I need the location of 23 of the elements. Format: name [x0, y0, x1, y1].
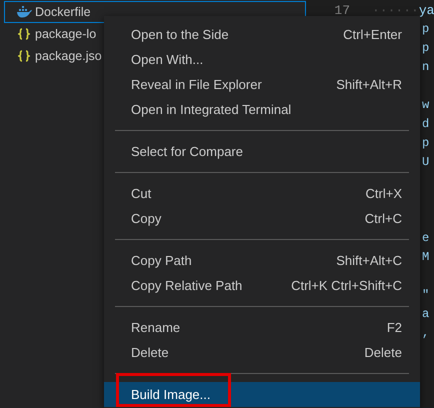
shortcut-text: Shift+Alt+C [336, 252, 402, 270]
code-text: n [422, 60, 430, 74]
shortcut-text: Ctrl+Enter [343, 26, 402, 44]
code-text: , [422, 326, 430, 340]
shortcut-text: Delete [364, 344, 402, 362]
line-number: 17 [333, 2, 350, 20]
shortcut-text: F2 [386, 318, 402, 337]
shortcut-text: Ctrl+K Ctrl+Shift+C [291, 276, 402, 295]
code-text: a [422, 307, 430, 321]
code-text: p [422, 136, 430, 150]
shortcut-text: Shift+Alt+R [336, 76, 402, 94]
code-text: e [422, 231, 430, 245]
code-text: " [422, 288, 430, 302]
shortcut-text: Ctrl+X [366, 184, 402, 203]
code-text: U [422, 155, 430, 169]
code-text: M [422, 250, 430, 264]
code-text: ya [418, 3, 434, 18]
code-text: p [422, 41, 430, 55]
code-text: d [422, 117, 430, 131]
code-text: w [422, 98, 430, 112]
whitespace-dots: ······ [372, 3, 419, 18]
shortcut-text: Ctrl+C [364, 210, 402, 228]
code-text: p [422, 22, 430, 36]
